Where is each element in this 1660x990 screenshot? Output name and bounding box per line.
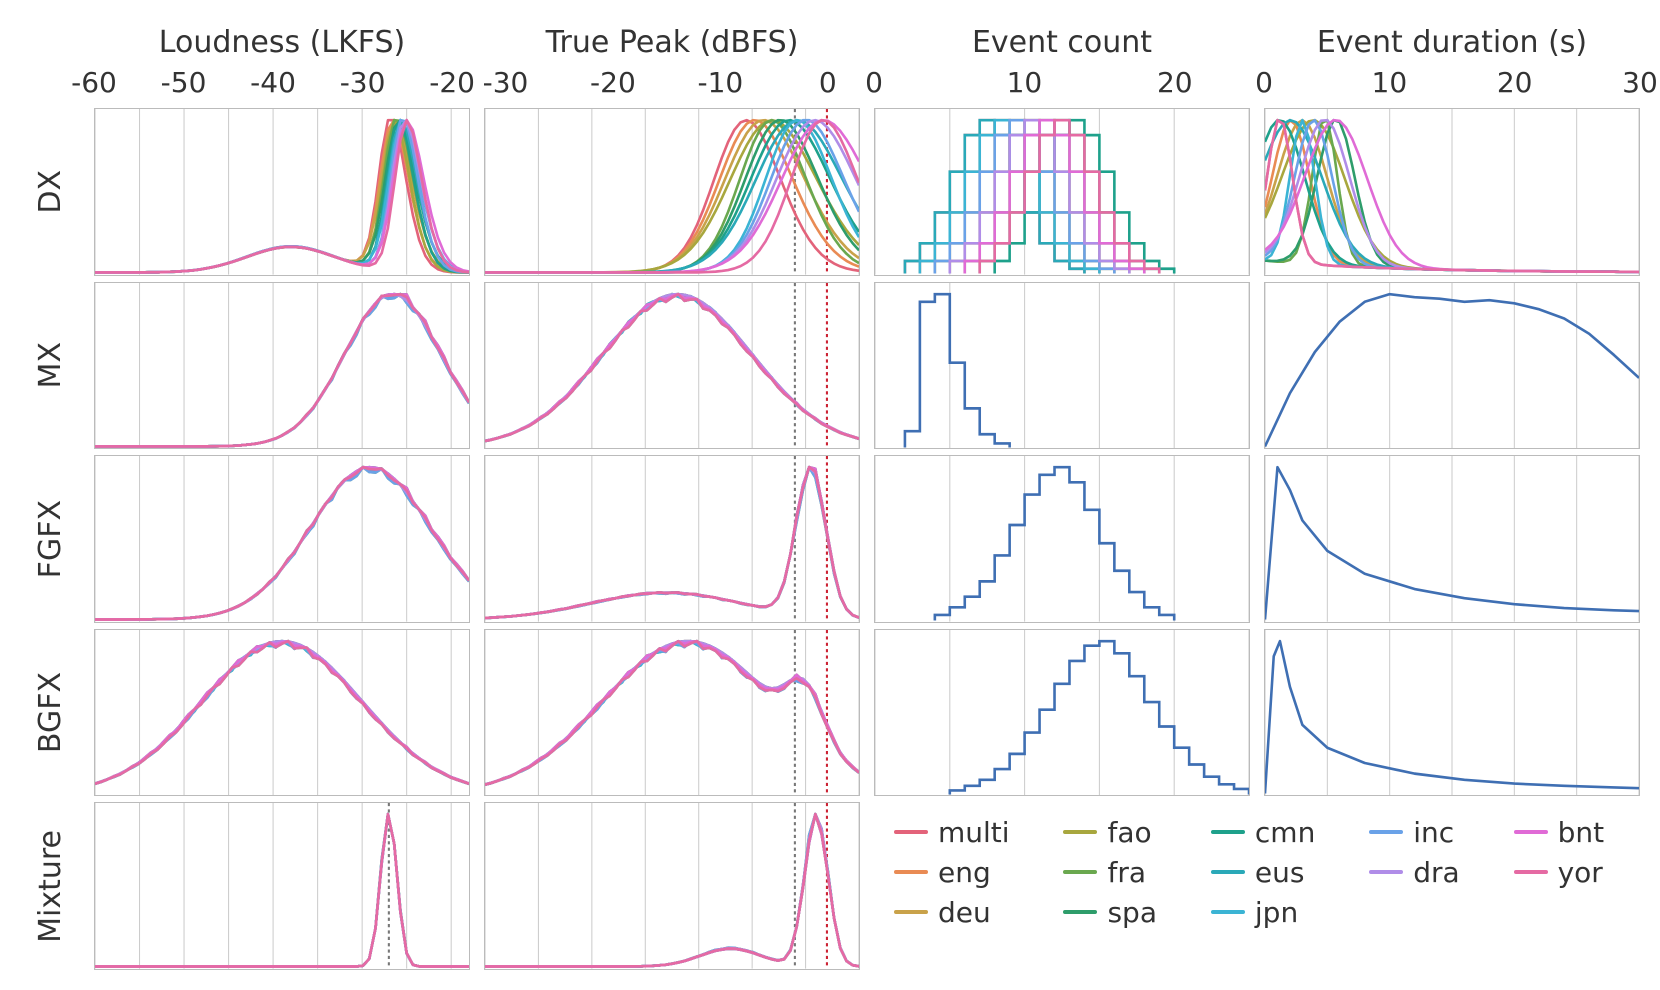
- legend-item-bnt: bnt: [1514, 814, 1632, 850]
- panel-FGFX-loudness: [94, 455, 470, 623]
- legend-item-dra: dra: [1369, 854, 1487, 890]
- ticks-evcount: 01020: [874, 66, 1250, 102]
- panel-MX-evdur: [1264, 282, 1640, 450]
- tick: 10: [1372, 66, 1408, 99]
- legend-label: bnt: [1558, 816, 1605, 849]
- panel-BGFX-evcount: [874, 629, 1250, 797]
- legend-item-fra: fra: [1063, 854, 1184, 890]
- legend-swatch: [1514, 830, 1548, 834]
- panel-BGFX-evdur: [1264, 629, 1640, 797]
- ticks-loudness: -60-50-40-30-20: [94, 66, 470, 102]
- panel-MX-loudness: [94, 282, 470, 450]
- legend-item-fao: fao: [1063, 814, 1184, 850]
- tick: -30: [483, 66, 529, 99]
- panel-Mixture-truepeak: [484, 802, 860, 970]
- ticks-evdur: 0102030: [1264, 66, 1640, 102]
- tick: -10: [697, 66, 743, 99]
- legend-item-inc: inc: [1369, 814, 1487, 850]
- legend-label: yor: [1558, 856, 1603, 889]
- legend-swatch: [894, 910, 928, 914]
- tick: -60: [71, 66, 117, 99]
- legend-item-spa: spa: [1063, 894, 1184, 930]
- col-title-evcount: Event count: [874, 25, 1250, 60]
- row-label-DX: DX: [33, 170, 68, 214]
- tick: -20: [429, 66, 475, 99]
- legend: multi fao cmn inc bnt eng fra eus dra yor deu spa jp…: [874, 802, 1640, 970]
- legend-swatch: [1211, 830, 1245, 834]
- legend-label: fao: [1107, 816, 1151, 849]
- legend-label: inc: [1413, 816, 1454, 849]
- legend-swatch: [1063, 870, 1097, 874]
- corner: [20, 20, 80, 60]
- panel-DX-truepeak: [484, 108, 860, 276]
- tick: -50: [161, 66, 207, 99]
- panel-DX-evdur: [1264, 108, 1640, 276]
- legend-swatch: [1211, 870, 1245, 874]
- tick: 20: [1497, 66, 1533, 99]
- row-label-MX: MX: [33, 342, 68, 388]
- tick: 30: [1622, 66, 1658, 99]
- legend-label: deu: [938, 896, 991, 929]
- panel-FGFX-evcount: [874, 455, 1250, 623]
- legend-swatch: [1369, 830, 1403, 834]
- legend-label: multi: [938, 816, 1010, 849]
- figure: Loudness (LKFS) True Peak (dBFS) Event cou…: [20, 20, 1640, 970]
- legend-item-deu: deu: [894, 894, 1037, 930]
- legend-swatch: [1063, 910, 1097, 914]
- col-title-loudness: Loudness (LKFS): [94, 25, 470, 60]
- legend-swatch: [1063, 830, 1097, 834]
- legend-item-eus: eus: [1211, 854, 1343, 890]
- tick: 0: [819, 66, 837, 99]
- row-label-Mixture: Mixture: [33, 830, 68, 943]
- panel-DX-evcount: [874, 108, 1250, 276]
- legend-label: fra: [1107, 856, 1146, 889]
- tick: 10: [1007, 66, 1043, 99]
- legend-label: eng: [938, 856, 991, 889]
- tick: 20: [1157, 66, 1193, 99]
- legend-label: eus: [1255, 856, 1305, 889]
- legend-label: jpn: [1255, 896, 1298, 929]
- panel-FGFX-evdur: [1264, 455, 1640, 623]
- legend-item-yor: yor: [1514, 854, 1632, 890]
- legend-swatch: [894, 830, 928, 834]
- legend-item-cmn: cmn: [1211, 814, 1343, 850]
- panel-FGFX-truepeak: [484, 455, 860, 623]
- row-label-FGFX: FGFX: [33, 500, 68, 578]
- panel-MX-evcount: [874, 282, 1250, 450]
- legend-label: dra: [1413, 856, 1459, 889]
- legend-swatch: [1514, 870, 1548, 874]
- tick: -30: [340, 66, 386, 99]
- panel-Mixture-loudness: [94, 802, 470, 970]
- tick: 0: [1255, 66, 1273, 99]
- col-title-evdur: Event duration (s): [1264, 25, 1640, 60]
- legend-swatch: [1369, 870, 1403, 874]
- tick: -40: [250, 66, 296, 99]
- panel-MX-truepeak: [484, 282, 860, 450]
- panel-BGFX-truepeak: [484, 629, 860, 797]
- tick: -20: [590, 66, 636, 99]
- row-label-BGFX: BGFX: [33, 672, 68, 753]
- legend-swatch: [1211, 910, 1245, 914]
- legend-item-eng: eng: [894, 854, 1037, 890]
- panel-BGFX-loudness: [94, 629, 470, 797]
- legend-label: spa: [1107, 896, 1157, 929]
- legend-swatch: [894, 870, 928, 874]
- tick: 0: [865, 66, 883, 99]
- ticks-truepeak: -30 -20 -10 0: [484, 66, 860, 102]
- legend-label: cmn: [1255, 816, 1315, 849]
- panel-DX-loudness: [94, 108, 470, 276]
- legend-item-jpn: jpn: [1211, 894, 1343, 930]
- legend-item-multi: multi: [894, 814, 1037, 850]
- col-title-truepeak: True Peak (dBFS): [484, 25, 860, 60]
